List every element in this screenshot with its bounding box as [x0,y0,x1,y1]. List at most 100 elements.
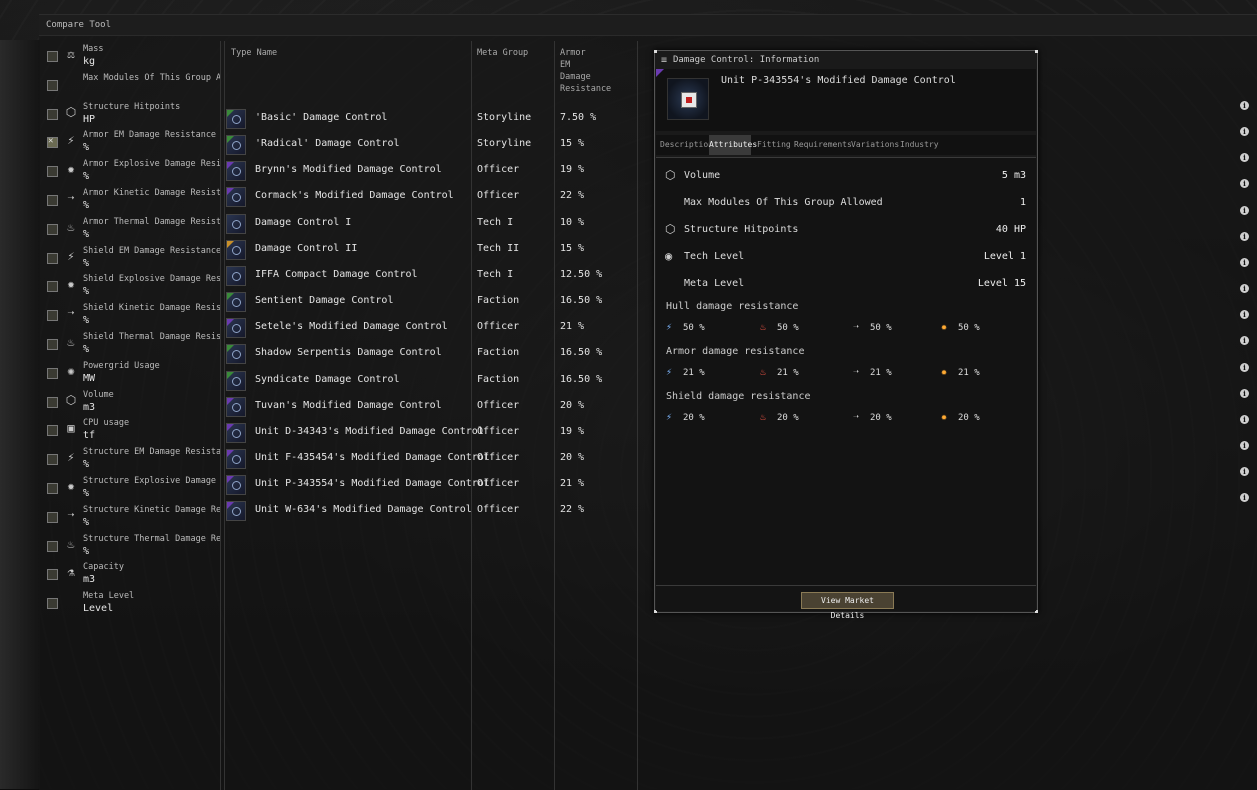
damage-control-module-icon[interactable] [226,239,246,260]
show-info-icon[interactable]: i [1240,205,1249,215]
table-row[interactable]: Shadow Serpentis Damage Control Faction 16… [224,341,638,367]
table-row[interactable]: Tuvan's Modified Damage Control Officer 20… [224,394,638,420]
tab-requirements[interactable]: Requirements [794,135,852,155]
show-info-icon[interactable]: i [1240,231,1249,241]
attribute-row[interactable]: ♨ Shield Thermal Damage Resistar% [39,329,220,358]
attribute-row[interactable]: ⚡ Shield EM Damage Resistance% [39,243,220,272]
info-window-titlebar[interactable]: ≡ Damage Control: Information [655,51,1037,69]
table-row[interactable]: Unit D-34343's Modified Damage Control Of… [224,420,638,446]
attribute-checkbox[interactable] [47,454,58,466]
attribute-row[interactable]: ⬡ Volume m3 [39,387,220,416]
header-armor-em-resistance[interactable]: Armor EM Damage Resistance [560,47,611,95]
damage-control-module-icon[interactable] [226,475,246,496]
table-row[interactable]: Syndicate Damage Control Faction 16.50 % [224,368,638,394]
menu-icon[interactable]: ≡ [661,52,667,70]
damage-control-item-icon[interactable] [667,78,709,120]
table-row[interactable]: Sentient Damage Control Faction 16.50 % [224,289,638,315]
attribute-checkbox[interactable] [47,396,58,408]
table-row[interactable]: IFFA Compact Damage Control Tech I 12.50 % [224,263,638,289]
view-market-details-button[interactable]: View Market Details [801,592,894,620]
table-row[interactable]: 'Basic' Damage Control Storyline 7.50 % [224,106,638,132]
attribute-checkbox[interactable] [47,425,58,437]
damage-control-module-icon[interactable] [226,135,246,156]
damage-control-module-icon[interactable] [226,109,246,129]
table-row[interactable]: Cormack's Modified Damage Control Officer… [224,184,638,210]
attribute-row[interactable]: ♨ Armor Thermal Damage Resistar% [39,214,220,243]
tab-attributes[interactable]: Attributes [709,135,757,155]
header-meta-group[interactable]: Meta Group [477,47,528,59]
attribute-checkbox[interactable] [47,482,58,494]
table-row[interactable]: Unit F-435454's Modified Damage Control O… [224,446,638,472]
attribute-row[interactable]: Max Modules Of This Group Allowed [39,70,220,99]
damage-control-module-icon[interactable] [226,213,246,234]
show-info-icon[interactable]: i [1240,153,1249,163]
tab-variations[interactable]: Variations [851,135,899,155]
window-title[interactable]: Compare Tool [39,15,1257,36]
show-info-icon[interactable]: i [1240,284,1249,294]
attribute-row[interactable]: ⬡ Structure Hitpoints HP [39,99,220,128]
damage-control-module-icon[interactable] [226,344,246,365]
attribute-row[interactable]: ✹ Structure Explosive Damage Resi% [39,473,220,502]
damage-control-module-icon[interactable] [226,161,246,182]
show-info-icon[interactable]: i [1240,388,1249,398]
attribute-checkbox[interactable] [47,108,58,120]
attribute-checkbox[interactable] [47,252,58,264]
attribute-row[interactable]: ✺ Powergrid Usage MW [39,358,220,387]
attribute-checkbox[interactable] [47,540,58,552]
table-row[interactable]: Brynn's Modified Damage Control Officer 19… [224,158,638,184]
attribute-row[interactable]: Meta Level Level [39,588,220,617]
table-row[interactable]: 'Radical' Damage Control Storyline 15 % [224,132,638,158]
tab-industry[interactable]: Industry [900,135,939,155]
attribute-checkbox[interactable] [47,223,58,235]
show-info-icon[interactable]: i [1240,336,1249,346]
show-info-icon[interactable]: i [1240,414,1249,424]
attribute-row[interactable]: ✹ Armor Explosive Damage Resista% [39,156,220,185]
attribute-row[interactable]: ♨ Structure Thermal Damage Resis% [39,531,220,560]
table-row[interactable]: Setele's Modified Damage Control Officer 2… [224,315,638,341]
show-info-icon[interactable]: i [1240,467,1249,477]
attribute-checkbox[interactable] [47,51,58,62]
damage-control-module-icon[interactable] [226,396,246,417]
attribute-checkbox[interactable] [47,569,58,581]
attribute-checkbox[interactable] [47,310,58,322]
table-row[interactable]: Damage Control II Tech II 15 % [224,237,638,263]
damage-control-module-icon[interactable] [226,422,246,443]
damage-control-module-icon[interactable] [226,292,246,313]
attribute-row[interactable]: ➝ Structure Kinetic Damage Resist% [39,502,220,531]
header-type-name[interactable]: Type Name [231,47,277,59]
table-row[interactable]: Unit W-634's Modified Damage Control Offi… [224,498,638,524]
attribute-checkbox[interactable] [47,194,58,206]
attribute-row[interactable]: ➝ Armor Kinetic Damage Resistance% [39,185,220,214]
attribute-row[interactable]: ➝ Shield Kinetic Damage Resistance% [39,300,220,329]
attribute-row[interactable]: ⚡ Armor EM Damage Resistance% [39,127,220,156]
damage-control-module-icon[interactable] [226,448,246,469]
damage-control-module-icon[interactable] [226,501,246,522]
attribute-row[interactable]: ✹ Shield Explosive Damage Resista% [39,271,220,300]
tab-fitting[interactable]: Fitting [757,135,791,155]
attribute-checkbox[interactable] [47,166,58,178]
show-info-icon[interactable]: i [1240,101,1249,110]
table-row[interactable]: Damage Control I Tech I 10 % [224,211,638,237]
damage-control-module-icon[interactable] [226,318,246,339]
attribute-row[interactable]: ⚖ Mass kg [39,41,220,70]
attribute-checkbox[interactable] [47,511,58,523]
show-info-icon[interactable]: i [1240,257,1249,267]
attribute-checkbox[interactable] [47,598,58,610]
show-info-icon[interactable]: i [1240,362,1249,372]
attribute-checkbox[interactable] [47,136,58,149]
attribute-checkbox[interactable] [47,281,58,293]
attribute-checkbox[interactable] [47,79,58,91]
damage-control-module-icon[interactable] [226,370,246,391]
show-info-icon[interactable]: i [1240,127,1249,137]
attribute-checkbox[interactable] [47,367,58,379]
attribute-row[interactable]: ⚗ Capacity m3 [39,559,220,588]
attribute-row[interactable]: ⚡ Structure EM Damage Resistance% [39,444,220,473]
attribute-row[interactable]: ▣ CPU usage tf [39,415,220,444]
table-row[interactable]: Unit P-343554's Modified Damage Control O… [224,472,638,498]
show-info-icon[interactable]: i [1240,440,1249,450]
show-info-icon[interactable]: i [1240,310,1249,320]
show-info-icon[interactable]: i [1240,493,1249,503]
tab-description[interactable]: Description [660,135,713,155]
damage-control-module-icon[interactable] [226,187,246,208]
show-info-icon[interactable]: i [1240,179,1249,189]
